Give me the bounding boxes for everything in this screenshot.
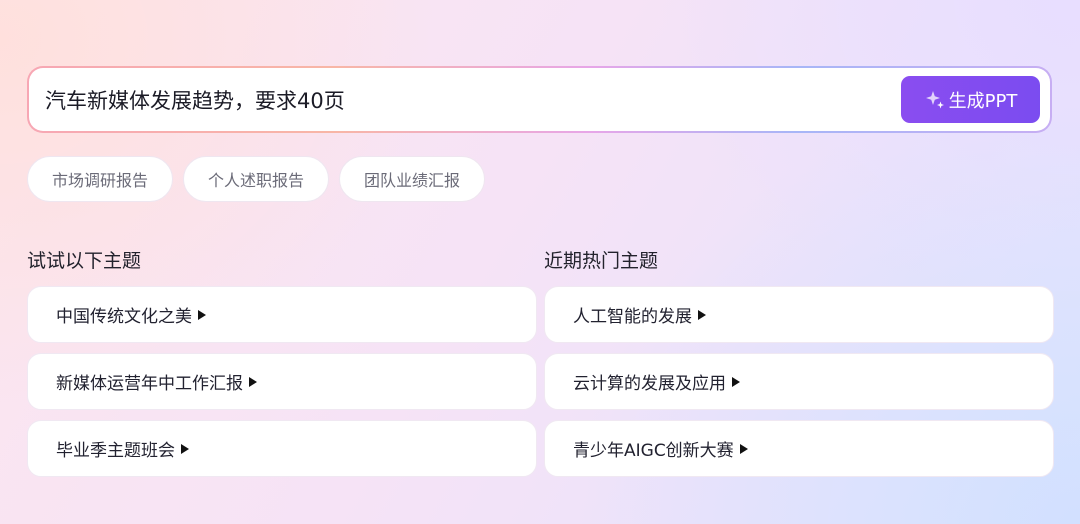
chip-market-research[interactable]: 市场调研报告 <box>27 156 174 202</box>
try-topics-list: 中国传统文化之美 新媒体运营年中工作汇报 毕业季主题班会 <box>27 286 537 477</box>
topic-label: 毕业季主题班会 <box>56 441 175 461</box>
prompt-bar-inner: 生成PPT <box>29 68 1050 131</box>
topic-card[interactable]: 青少年AIGC创新大赛 <box>544 420 1054 477</box>
chip-team-performance[interactable]: 团队业绩汇报 <box>339 156 486 202</box>
sparkle-icon <box>925 90 944 108</box>
play-icon <box>181 443 189 454</box>
topic-card[interactable]: 人工智能的发展 <box>544 286 1054 343</box>
play-icon <box>249 376 257 387</box>
generate-ppt-label: 生成PPT <box>948 90 1018 112</box>
topic-card[interactable]: 云计算的发展及应用 <box>544 353 1054 410</box>
topic-label: 云计算的发展及应用 <box>573 374 726 394</box>
chip-label: 个人述职报告 <box>208 171 305 190</box>
topic-card[interactable]: 新媒体运营年中工作汇报 <box>27 353 537 410</box>
play-icon <box>198 309 206 320</box>
chip-label: 团队业绩汇报 <box>364 171 461 190</box>
prompt-bar: 生成PPT <box>27 66 1052 133</box>
chip-label: 市场调研报告 <box>52 171 149 190</box>
play-icon <box>698 309 706 320</box>
generate-ppt-button[interactable]: 生成PPT <box>901 76 1040 123</box>
play-icon <box>739 443 748 454</box>
hot-topics-title: 近期热门主题 <box>544 250 659 272</box>
topic-label: 人工智能的发展 <box>573 307 692 327</box>
topic-label: 中国传统文化之美 <box>56 307 192 327</box>
prompt-input[interactable] <box>45 68 885 131</box>
topic-label: 青少年AIGC创新大赛 <box>573 441 734 461</box>
topic-label: 新媒体运营年中工作汇报 <box>56 374 243 394</box>
hot-topics-list: 人工智能的发展 云计算的发展及应用 青少年AIGC创新大赛 <box>544 286 1054 477</box>
play-icon <box>732 376 740 387</box>
quick-chips: 市场调研报告 个人述职报告 团队业绩汇报 <box>27 156 486 202</box>
topic-card[interactable]: 中国传统文化之美 <box>27 286 537 343</box>
try-topics-title: 试试以下主题 <box>27 250 142 272</box>
chip-personal-report[interactable]: 个人述职报告 <box>183 156 330 202</box>
topic-card[interactable]: 毕业季主题班会 <box>27 420 537 477</box>
